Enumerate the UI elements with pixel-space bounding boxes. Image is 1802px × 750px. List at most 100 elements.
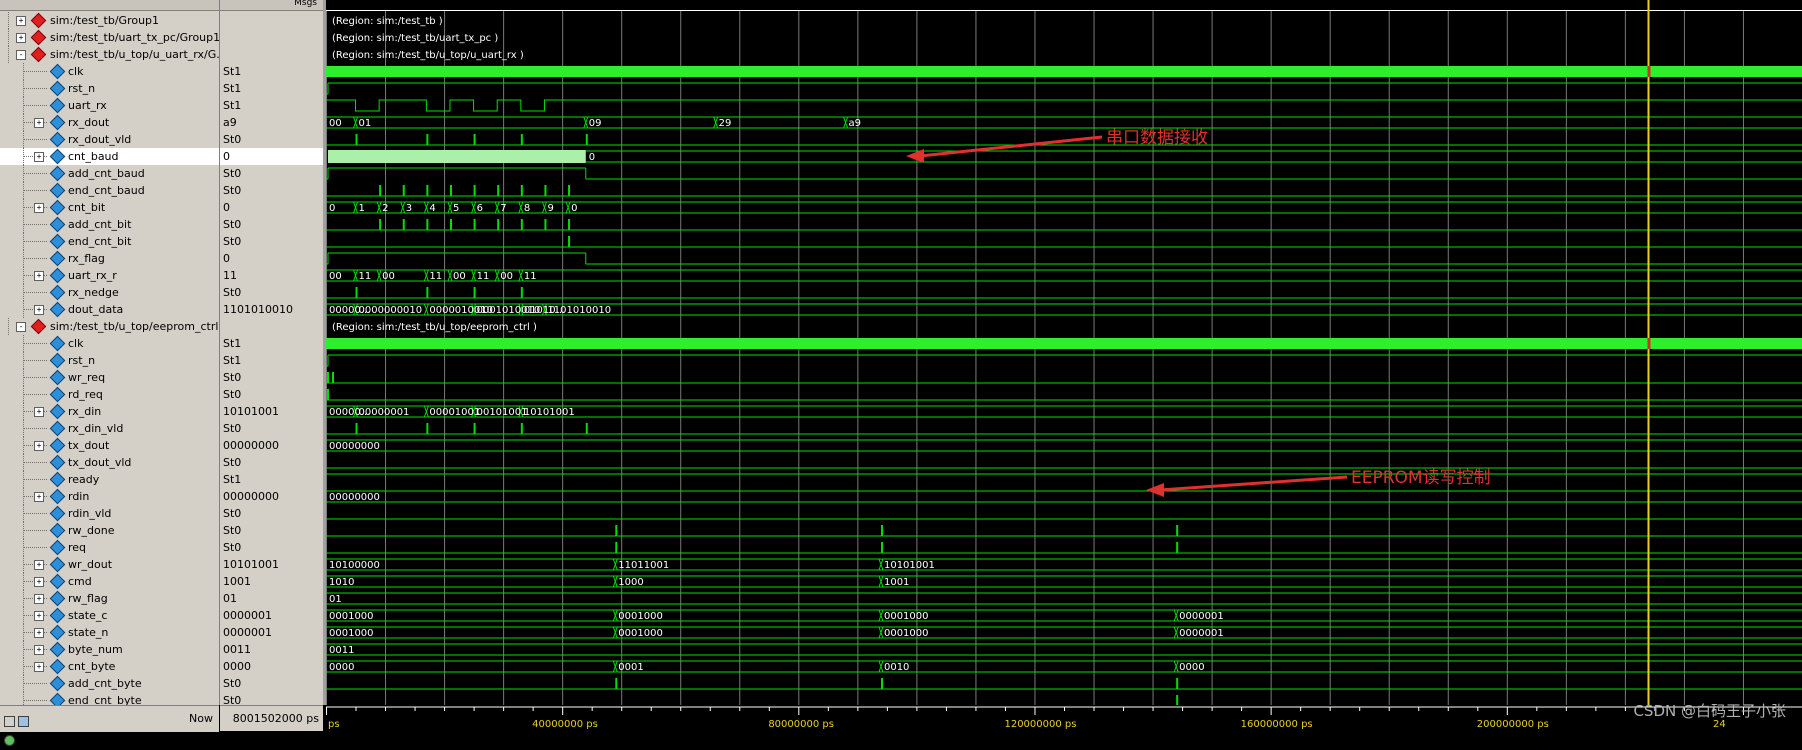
bus-value-label: 1101010010 [547,305,611,316]
signal-row[interactable]: rx_flag [0,250,219,267]
signal-row[interactable]: + rx_din [0,403,219,420]
signal-diamond-icon [49,522,66,539]
bus-value-label: 0000001 [1179,628,1224,639]
bus-value-label: 00 [382,271,395,282]
signal-row[interactable]: uart_rx [0,97,219,114]
bit-pulse [1176,695,1179,705]
signal-row[interactable]: + cnt_bit [0,199,219,216]
group-row[interactable]: - sim:/test_tb/u_top/u_uart_rx/G... [0,46,219,63]
signal-row[interactable]: + state_n [0,624,219,641]
expand-icon[interactable]: + [34,271,44,281]
signal-row[interactable]: add_cnt_bit [0,216,219,233]
group-row[interactable]: + sim:/test_tb/Group1 [0,12,219,29]
signal-row[interactable]: rx_dout_vld [0,131,219,148]
bit-pulse [544,185,547,196]
expand-icon[interactable]: + [34,118,44,128]
collapse-icon[interactable]: - [16,50,26,60]
tree-branch [23,139,47,140]
signal-name: cmd [68,575,92,588]
signal-row[interactable]: + rdin [0,488,219,505]
signal-row[interactable]: rx_nedge [0,284,219,301]
signal-row[interactable]: wr_req [0,369,219,386]
expand-icon[interactable]: + [34,628,44,638]
signal-row[interactable]: rw_done [0,522,219,539]
signal-value: 10101001 [223,558,279,571]
signal-value: 00000000 [223,490,279,503]
expand-icon[interactable]: + [34,611,44,621]
cursor-add-icon[interactable] [4,716,15,727]
signal-row[interactable]: + cnt_baud [0,148,219,165]
signal-row[interactable]: + dout_data [0,301,219,318]
signal-diamond-icon [49,250,66,267]
bus-value-label: 3 [406,203,412,214]
signal-row[interactable]: rst_n [0,352,219,369]
signal-row[interactable]: + cmd [0,573,219,590]
signal-value: St0 [223,456,242,469]
clk-wave [326,338,1802,349]
signal-row[interactable]: + uart_rx_r [0,267,219,284]
signal-row[interactable]: + byte_num [0,641,219,658]
signal-row[interactable]: tx_dout_vld [0,454,219,471]
time-ruler[interactable]: ps 40000000 ps 80000000 ps 120000000 ps 1600… [326,705,1802,731]
signal-row[interactable]: clk [0,335,219,352]
signal-row[interactable]: rd_req [0,386,219,403]
signal-name-pane[interactable]: + sim:/test_tb/Group1 + sim:/test_tb/uart_t… [0,0,219,731]
expand-icon[interactable]: + [16,33,26,43]
group-row[interactable]: - sim:/test_tb/u_top/eeprom_ctrl... [0,318,219,335]
bus-value-label: 11 [359,271,372,282]
signal-value: 10101001 [223,405,279,418]
signal-value-pane[interactable]: Msgs St1 St1 St1 a9 St0 0 St0 St0 0 St0 St0 0 11 St0 1… [220,0,323,731]
signal-row[interactable]: + rw_flag [0,590,219,607]
signal-row[interactable]: + state_c [0,607,219,624]
expand-icon[interactable]: + [34,594,44,604]
cursor-delete-icon[interactable] [4,735,15,746]
signal-row[interactable]: rst_n [0,80,219,97]
expand-icon[interactable]: + [34,305,44,315]
group-row[interactable]: + sim:/test_tb/uart_tx_pc/Group1 [0,29,219,46]
signal-row[interactable]: ready [0,471,219,488]
signal-name: state_c [68,609,108,622]
signal-row[interactable]: + rx_dout [0,114,219,131]
timebar-toolbar[interactable] [4,712,44,746]
expand-icon[interactable]: + [34,441,44,451]
signal-row[interactable]: end_cnt_bit [0,233,219,250]
signal-row[interactable]: + wr_dout [0,556,219,573]
signal-name: add_cnt_bit [68,218,132,231]
expand-icon[interactable]: + [34,645,44,655]
ruler-tick-label: 120000000 ps [1004,719,1076,730]
signal-row[interactable]: + tx_dout [0,437,219,454]
collapse-icon[interactable]: - [16,322,26,332]
signal-row[interactable]: rx_din_vld [0,420,219,437]
expand-icon[interactable]: + [34,203,44,213]
signal-row[interactable]: + cnt_byte [0,658,219,675]
bus-value-label: 1 [359,203,365,214]
signal-row[interactable]: end_cnt_baud [0,182,219,199]
signal-row[interactable]: add_cnt_baud [0,165,219,182]
expand-icon[interactable]: + [34,662,44,672]
bus-value-label: 0001000 [618,611,663,622]
signal-diamond-icon [49,267,66,284]
ruler-tick-label: ps [328,719,340,730]
bit-pulse [520,185,523,196]
waveform-canvas[interactable]: (Region: sim:/test_tb ) (Region: sim:/tes… [326,0,1802,705]
expand-icon[interactable]: + [34,492,44,502]
bit-pulse [1176,542,1179,553]
expand-icon[interactable]: + [34,152,44,162]
tree-branch [23,241,47,242]
signal-row[interactable]: clk [0,63,219,80]
signal-row[interactable]: rdin_vld [0,505,219,522]
signal-value: St0 [223,388,242,401]
signal-diamond-icon [49,369,66,386]
bus-value-label: 29 [719,118,732,129]
signal-name: rx_dout [68,116,110,129]
expand-icon[interactable]: + [34,577,44,587]
signal-diamond-icon [49,63,66,80]
value-pane-header: Msgs [220,0,323,11]
signal-row[interactable]: req [0,539,219,556]
signal-row[interactable]: add_cnt_byte [0,675,219,692]
bus-value-label: 0010 [884,662,909,673]
expand-icon[interactable]: + [16,16,26,26]
cursor-lock-icon[interactable] [18,716,29,727]
expand-icon[interactable]: + [34,560,44,570]
expand-icon[interactable]: + [34,407,44,417]
